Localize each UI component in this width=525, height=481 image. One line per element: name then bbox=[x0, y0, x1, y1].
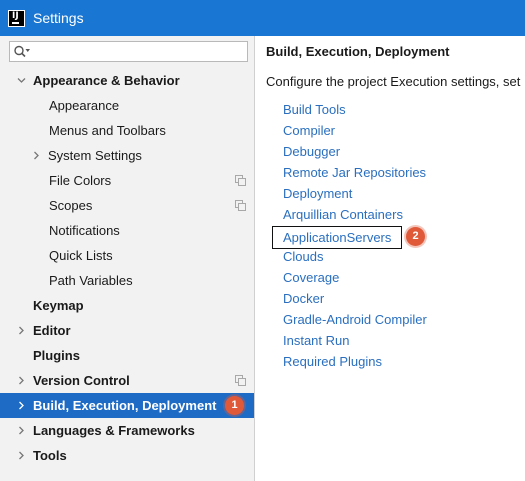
link-docker[interactable]: Docker bbox=[283, 288, 324, 309]
link-compiler[interactable]: Compiler bbox=[283, 120, 335, 141]
tree-item-label: Version Control bbox=[33, 373, 130, 388]
tree-item-label: Build, Execution, Deployment bbox=[33, 398, 217, 413]
app-icon-letters: IJ bbox=[12, 11, 19, 21]
chevron-right-icon[interactable] bbox=[32, 151, 41, 160]
chevron-right-icon[interactable] bbox=[17, 401, 26, 410]
tree-item-quick-lists[interactable]: Quick Lists bbox=[0, 243, 254, 268]
project-copy-icon bbox=[235, 375, 246, 386]
tree-item-notifications[interactable]: Notifications bbox=[0, 218, 254, 243]
link-deployment[interactable]: Deployment bbox=[283, 183, 352, 204]
chevron-right-icon[interactable] bbox=[17, 326, 26, 335]
link-arquillian-containers[interactable]: Arquillian Containers bbox=[283, 204, 403, 225]
tree-item-version-control[interactable]: Version Control bbox=[0, 368, 254, 393]
tree-item-editor[interactable]: Editor bbox=[0, 318, 254, 343]
tree-item-plugins[interactable]: Plugins bbox=[0, 343, 254, 368]
tree-item-label: Menus and Toolbars bbox=[49, 123, 166, 138]
tree-item-label: Appearance & Behavior bbox=[33, 73, 180, 88]
tree-item-keymap[interactable]: Keymap bbox=[0, 293, 254, 318]
title-bar: IJ Settings bbox=[0, 0, 525, 36]
link-gradle-android-compiler[interactable]: Gradle-Android Compiler bbox=[283, 309, 427, 330]
link-coverage[interactable]: Coverage bbox=[283, 267, 339, 288]
tree-item-file-colors[interactable]: File Colors bbox=[0, 168, 254, 193]
settings-sidebar: Appearance & Behavior Appearance Menus and… bbox=[0, 36, 255, 481]
tree-item-label: File Colors bbox=[49, 173, 112, 188]
tree-item-system-settings[interactable]: System Settings bbox=[0, 143, 254, 168]
tree-item-label: Tools bbox=[33, 448, 67, 463]
tree-item-label: Appearance bbox=[49, 98, 120, 113]
search-input[interactable] bbox=[34, 43, 242, 60]
search-box[interactable] bbox=[9, 41, 248, 62]
tree-item-tools[interactable]: Tools bbox=[0, 443, 254, 468]
tree-item-menus-and-toolbars[interactable]: Menus and Toolbars bbox=[0, 118, 254, 143]
link-clouds[interactable]: Clouds bbox=[283, 246, 323, 267]
page-description: Configure the project Execution settings… bbox=[266, 74, 521, 89]
tree-item-build-execution-deployment[interactable]: Build, Execution, Deployment 1 bbox=[0, 393, 254, 418]
tree-item-label: Scopes bbox=[49, 198, 93, 213]
chevron-right-icon[interactable] bbox=[17, 376, 26, 385]
chevron-right-icon[interactable] bbox=[17, 426, 26, 435]
step-badge: 2 bbox=[406, 227, 425, 246]
project-copy-icon bbox=[235, 175, 246, 186]
tree-item-label: Plugins bbox=[33, 348, 80, 363]
tree-item-label: Keymap bbox=[33, 298, 84, 313]
tree-item-scopes[interactable]: Scopes bbox=[0, 193, 254, 218]
tree-item-label: Path Variables bbox=[49, 273, 133, 288]
project-copy-icon bbox=[235, 200, 246, 211]
link-build-tools[interactable]: Build Tools bbox=[283, 99, 346, 120]
tree-item-label: Editor bbox=[33, 323, 71, 338]
page-title: Build, Execution, Deployment bbox=[266, 44, 450, 59]
intellij-app-icon: IJ bbox=[8, 10, 25, 27]
chevron-right-icon[interactable] bbox=[17, 451, 26, 460]
link-instant-run[interactable]: Instant Run bbox=[283, 330, 350, 351]
tree-item-label: Quick Lists bbox=[49, 248, 113, 263]
tree-item-path-variables[interactable]: Path Variables bbox=[0, 268, 254, 293]
tree-item-appearance-behavior[interactable]: Appearance & Behavior bbox=[0, 68, 254, 93]
tree-item-appearance[interactable]: Appearance bbox=[0, 93, 254, 118]
tree-item-label: Notifications bbox=[49, 223, 120, 238]
search-icon bbox=[14, 45, 30, 58]
link-remote-jar-repositories[interactable]: Remote Jar Repositories bbox=[283, 162, 426, 183]
window-title: Settings bbox=[33, 10, 84, 26]
link-required-plugins[interactable]: Required Plugins bbox=[283, 351, 382, 372]
step-badge: 1 bbox=[225, 396, 244, 415]
chevron-down-icon[interactable] bbox=[17, 76, 26, 85]
tree-item-languages-frameworks[interactable]: Languages & Frameworks bbox=[0, 418, 254, 443]
content-panel: Build, Execution, Deployment Configure t… bbox=[256, 36, 525, 481]
link-debugger[interactable]: Debugger bbox=[283, 141, 340, 162]
tree-item-label: Languages & Frameworks bbox=[33, 423, 195, 438]
tree-item-label: System Settings bbox=[48, 148, 142, 163]
